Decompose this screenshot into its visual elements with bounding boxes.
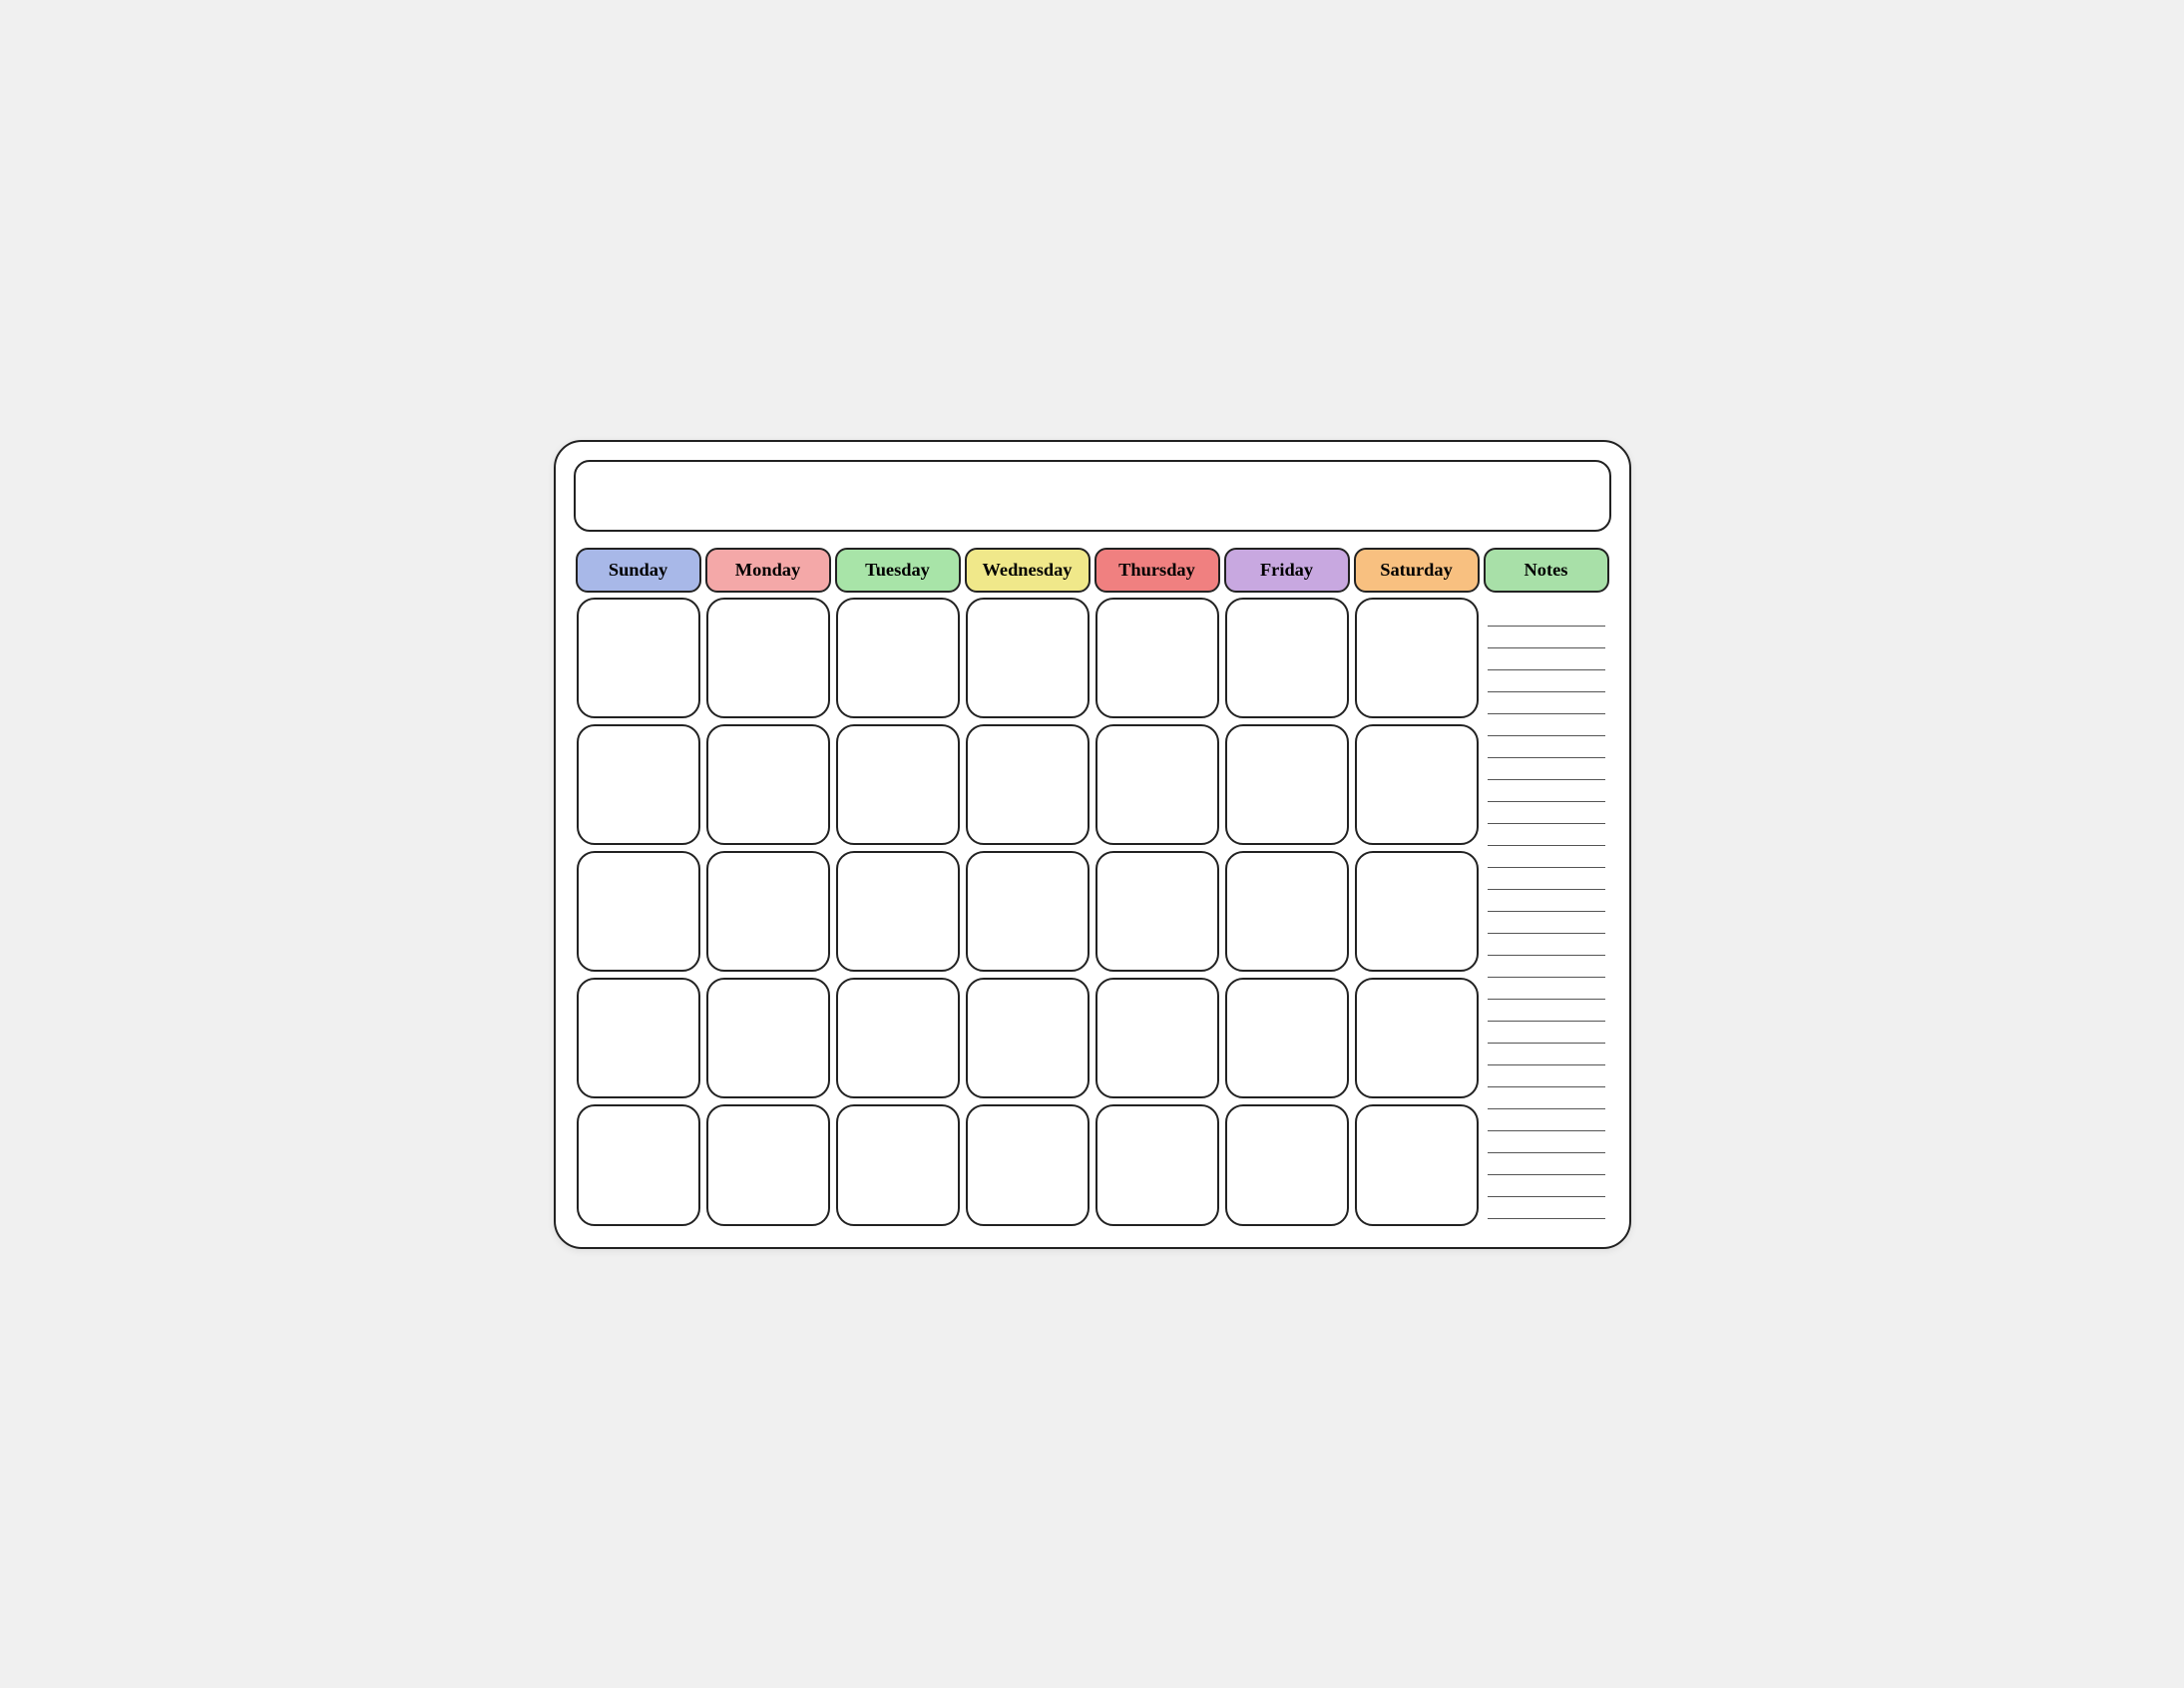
cell-w3-sat[interactable] xyxy=(1355,851,1479,972)
cell-w3-sun[interactable] xyxy=(577,851,700,972)
title-bar[interactable] xyxy=(574,460,1611,532)
notes-line xyxy=(1488,1175,1605,1197)
cell-w5-mon[interactable] xyxy=(706,1104,830,1225)
notes-line xyxy=(1488,1109,1605,1131)
cell-w5-wed[interactable] xyxy=(966,1104,1090,1225)
notes-section[interactable] xyxy=(1482,595,1611,1229)
notes-line xyxy=(1488,824,1605,846)
cell-w2-fri[interactable] xyxy=(1225,724,1349,845)
notes-line xyxy=(1488,868,1605,890)
notes-line xyxy=(1488,1065,1605,1087)
notes-line xyxy=(1488,802,1605,824)
notes-line xyxy=(1488,1000,1605,1022)
header-sunday: Sunday xyxy=(576,548,701,593)
cell-w1-thu[interactable] xyxy=(1095,598,1219,718)
cell-w2-sun[interactable] xyxy=(577,724,700,845)
cell-w5-sun[interactable] xyxy=(577,1104,700,1225)
calendar-container: Sunday Monday Tuesday Wednesday Thursday… xyxy=(554,440,1631,1249)
cell-w2-sat[interactable] xyxy=(1355,724,1479,845)
notes-line xyxy=(1488,1197,1605,1219)
cell-w1-sun[interactable] xyxy=(577,598,700,718)
notes-line xyxy=(1488,670,1605,692)
calendar-grid: Sunday Monday Tuesday Wednesday Thursday… xyxy=(574,546,1611,1229)
notes-line xyxy=(1488,934,1605,956)
notes-line xyxy=(1488,736,1605,758)
header-tuesday: Tuesday xyxy=(835,548,961,593)
header-friday: Friday xyxy=(1224,548,1350,593)
notes-line xyxy=(1488,978,1605,1000)
cell-w5-sat[interactable] xyxy=(1355,1104,1479,1225)
notes-line xyxy=(1488,714,1605,736)
notes-line xyxy=(1488,1087,1605,1109)
notes-line xyxy=(1488,758,1605,780)
header-notes: Notes xyxy=(1484,548,1609,593)
cell-w4-mon[interactable] xyxy=(706,978,830,1098)
cell-w1-mon[interactable] xyxy=(706,598,830,718)
cell-w1-sat[interactable] xyxy=(1355,598,1479,718)
notes-line xyxy=(1488,912,1605,934)
notes-line xyxy=(1488,692,1605,714)
cell-w4-thu[interactable] xyxy=(1095,978,1219,1098)
notes-line xyxy=(1488,780,1605,802)
notes-line xyxy=(1488,648,1605,670)
header-wednesday: Wednesday xyxy=(965,548,1091,593)
cell-w4-fri[interactable] xyxy=(1225,978,1349,1098)
cell-w5-tue[interactable] xyxy=(836,1104,960,1225)
notes-line xyxy=(1488,1131,1605,1153)
notes-line xyxy=(1488,890,1605,912)
cell-w4-wed[interactable] xyxy=(966,978,1090,1098)
notes-line xyxy=(1488,1153,1605,1175)
cell-w4-sun[interactable] xyxy=(577,978,700,1098)
notes-line xyxy=(1488,1022,1605,1044)
cell-w1-tue[interactable] xyxy=(836,598,960,718)
cell-w4-tue[interactable] xyxy=(836,978,960,1098)
cell-w1-fri[interactable] xyxy=(1225,598,1349,718)
header-saturday: Saturday xyxy=(1354,548,1480,593)
cell-w3-thu[interactable] xyxy=(1095,851,1219,972)
cell-w5-fri[interactable] xyxy=(1225,1104,1349,1225)
cell-w3-wed[interactable] xyxy=(966,851,1090,972)
cell-w3-fri[interactable] xyxy=(1225,851,1349,972)
cell-w2-thu[interactable] xyxy=(1095,724,1219,845)
notes-line xyxy=(1488,1044,1605,1065)
cell-w5-thu[interactable] xyxy=(1095,1104,1219,1225)
notes-line xyxy=(1488,627,1605,648)
notes-line xyxy=(1488,956,1605,978)
cell-w2-wed[interactable] xyxy=(966,724,1090,845)
header-thursday: Thursday xyxy=(1094,548,1220,593)
notes-line xyxy=(1488,605,1605,627)
header-monday: Monday xyxy=(705,548,831,593)
cell-w2-tue[interactable] xyxy=(836,724,960,845)
cell-w1-wed[interactable] xyxy=(966,598,1090,718)
cell-w4-sat[interactable] xyxy=(1355,978,1479,1098)
cell-w3-mon[interactable] xyxy=(706,851,830,972)
notes-line xyxy=(1488,846,1605,868)
cell-w3-tue[interactable] xyxy=(836,851,960,972)
cell-w2-mon[interactable] xyxy=(706,724,830,845)
